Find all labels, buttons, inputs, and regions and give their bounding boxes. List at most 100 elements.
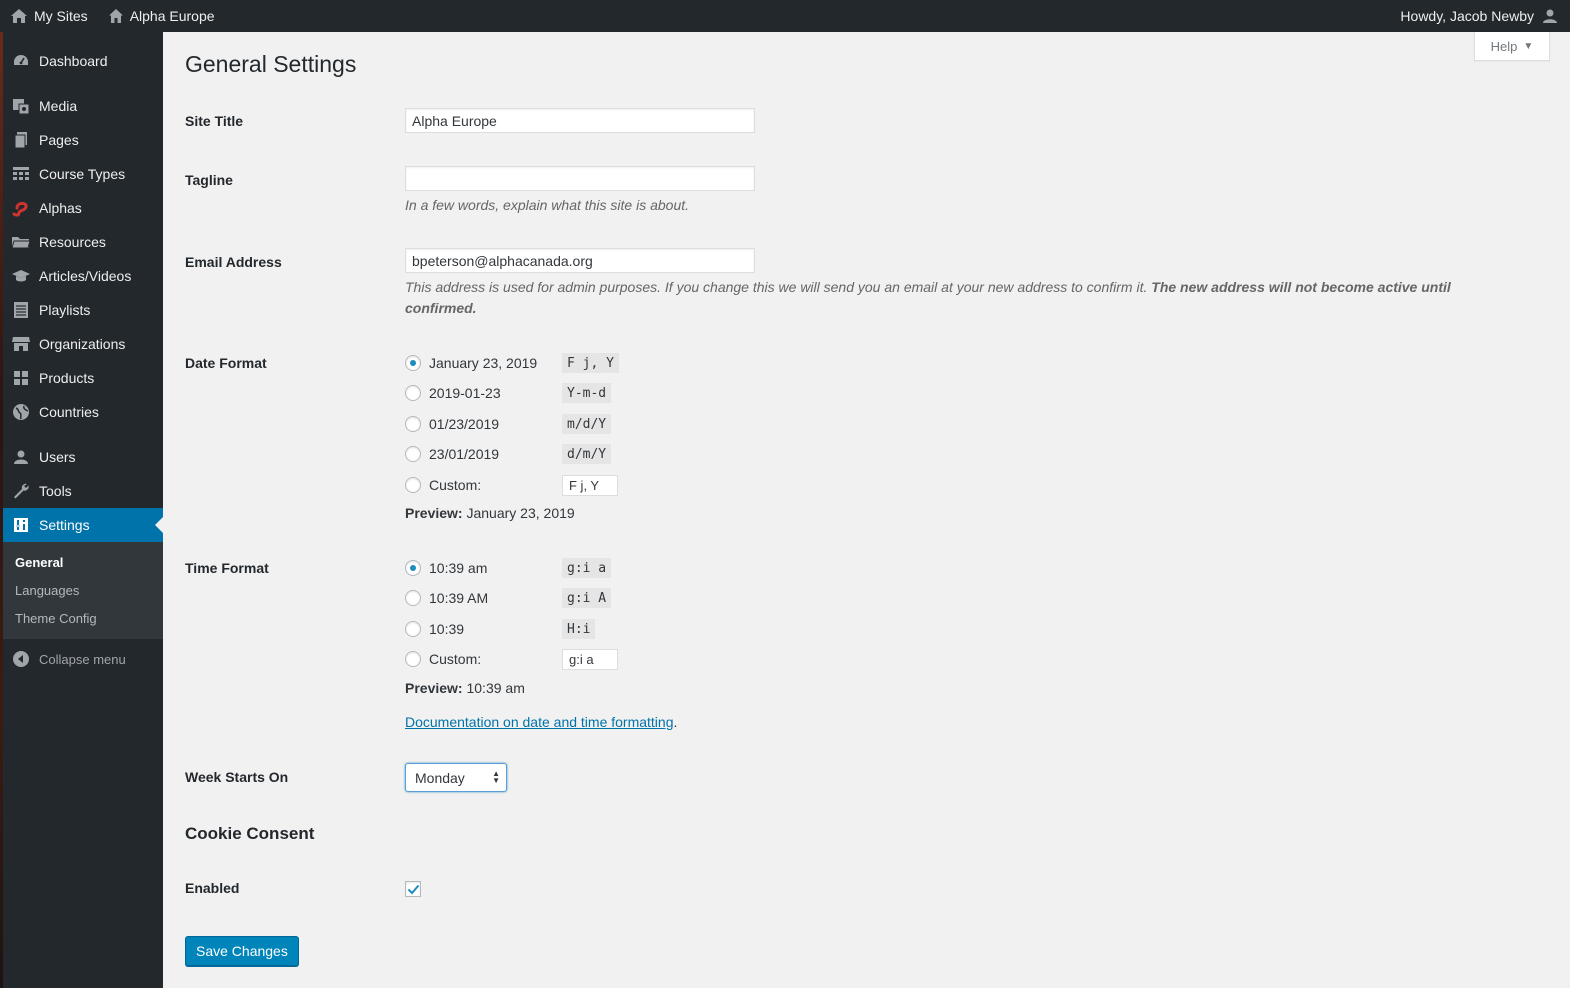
date-format-option-label: 23/01/2019 [429, 446, 500, 462]
date-format-radio[interactable] [405, 385, 421, 401]
time-format-options: 10:39 am g:i a 10:39 AM g:i A 10:39 H:i … [405, 556, 1005, 766]
admin-sidebar: Dashboard Media Pages Course Types Alpha… [3, 32, 163, 988]
doc-link-suffix: . [673, 714, 678, 730]
checkmark-icon [407, 884, 419, 894]
table-icon [11, 164, 31, 184]
cookie-consent-heading: Cookie Consent [185, 824, 315, 843]
collapse-icon [11, 649, 31, 669]
date-format-option-label: January 23, 2019 [429, 355, 538, 371]
time-format-option-label: 10:39 am [429, 560, 488, 576]
sidebar-item-alphas[interactable]: Alphas [3, 191, 163, 225]
date-format-option[interactable]: 23/01/2019 d/m/Y [405, 443, 612, 465]
date-format-option[interactable]: 2019-01-23 Y-m-d [405, 382, 612, 404]
site-title-input[interactable]: Alpha Europe [405, 108, 755, 133]
sidebar-item-label: Dashboard [39, 53, 108, 69]
time-format-radio[interactable] [405, 621, 421, 637]
time-format-option[interactable]: 10:39 AM g:i A [405, 587, 612, 609]
submenu-item-theme-config[interactable]: Theme Config [3, 605, 163, 633]
date-format-label: Date Format [185, 355, 267, 371]
sidebar-item-label: Articles/Videos [39, 268, 132, 284]
week-starts-value: Monday [415, 769, 465, 786]
date-format-custom-input[interactable]: F j, Y [562, 474, 618, 496]
date-format-custom-radio[interactable] [405, 477, 421, 493]
sidebar-item-settings[interactable]: Settings [3, 508, 163, 542]
sidebar-item-media[interactable]: Media [3, 89, 163, 123]
week-starts-select[interactable]: Monday ▲ ▼ [405, 763, 507, 792]
sidebar-item-label: Alphas [39, 200, 82, 216]
date-format-option[interactable]: January 23, 2019 F j, Y [405, 352, 619, 374]
sidebar-item-course-types[interactable]: Course Types [3, 157, 163, 191]
alphas-icon [11, 198, 31, 218]
folder-icon [11, 232, 31, 252]
my-sites-icon [11, 9, 27, 23]
sidebar-item-users[interactable]: Users [3, 440, 163, 474]
submenu-item-general[interactable]: General [3, 549, 163, 577]
select-arrows-icon: ▲ ▼ [492, 769, 500, 785]
save-changes-button[interactable]: Save Changes [185, 936, 299, 966]
my-sites-link[interactable]: My Sites [0, 0, 98, 32]
email-input[interactable]: bpeterson@alphacanada.org [405, 248, 755, 273]
date-format-code: m/d/Y [562, 414, 612, 434]
sidebar-item-dashboard[interactable]: Dashboard [3, 44, 163, 78]
date-format-radio[interactable] [405, 446, 421, 462]
tagline-input[interactable] [405, 166, 755, 191]
time-format-option[interactable]: 10:39 H:i [405, 618, 596, 640]
date-format-code: F j, Y [562, 353, 619, 373]
home-icon [108, 9, 123, 23]
sidebar-item-organizations[interactable]: Organizations [3, 327, 163, 361]
time-format-preview: Preview: 10:39 am [405, 680, 525, 696]
time-format-code: g:i A [562, 588, 612, 608]
globe-icon [11, 402, 31, 422]
site-title-label: Site Title [185, 113, 244, 129]
grid-icon [11, 368, 31, 388]
store-icon [11, 334, 31, 354]
collapse-menu-button[interactable]: Collapse menu [3, 641, 163, 677]
pages-icon [11, 130, 31, 150]
week-starts-row: Week Starts On Monday ▲ ▼ [185, 763, 1525, 792]
date-format-custom-option[interactable]: Custom: F j, Y [405, 474, 618, 496]
date-format-option[interactable]: 01/23/2019 m/d/Y [405, 413, 612, 435]
sidebar-item-products[interactable]: Products [3, 361, 163, 395]
time-format-radio[interactable] [405, 560, 421, 576]
submenu-item-languages[interactable]: Languages [3, 577, 163, 605]
help-label: Help [1490, 38, 1518, 54]
account-menu[interactable]: Howdy, Jacob Newby [1390, 0, 1570, 32]
time-format-custom-label: Custom: [429, 651, 482, 667]
sidebar-item-label: Settings [39, 517, 90, 533]
time-format-label: Time Format [185, 560, 269, 576]
sidebar-item-countries[interactable]: Countries [3, 395, 163, 429]
date-format-radio[interactable] [405, 416, 421, 432]
time-format-option-label: 10:39 AM [429, 590, 489, 606]
date-format-code: Y-m-d [562, 383, 612, 403]
documentation-link[interactable]: Documentation on date and time formattin… [405, 714, 674, 730]
sidebar-item-label: Media [39, 98, 78, 114]
help-tab-button[interactable]: Help ▼ [1474, 32, 1550, 61]
sidebar-item-label: Pages [39, 132, 79, 148]
sidebar-item-articles-videos[interactable]: Articles/Videos [3, 259, 163, 293]
time-format-option[interactable]: 10:39 am g:i a [405, 557, 612, 579]
settings-submenu: General Languages Theme Config [3, 542, 163, 639]
cookie-enabled-checkbox[interactable] [405, 881, 421, 897]
week-starts-label: Week Starts On [185, 769, 289, 785]
date-preview-value: January 23, 2019 [466, 505, 575, 521]
dashboard-icon [11, 51, 31, 71]
time-format-custom-option[interactable]: Custom: g:i a [405, 648, 618, 670]
site-name-label: Alpha Europe [129, 8, 215, 24]
sidebar-item-label: Countries [39, 404, 99, 420]
date-format-option-label: 2019-01-23 [429, 385, 501, 401]
time-format-radio[interactable] [405, 590, 421, 606]
sidebar-item-resources[interactable]: Resources [3, 225, 163, 259]
site-name-link[interactable]: Alpha Europe [98, 0, 225, 32]
tagline-label: Tagline [185, 172, 233, 188]
date-format-radio[interactable] [405, 355, 421, 371]
cookie-enabled-label: Enabled [185, 880, 240, 896]
sidebar-item-tools[interactable]: Tools [3, 474, 163, 508]
settings-icon [11, 515, 31, 535]
date-format-preview: Preview: January 23, 2019 [405, 505, 575, 521]
list-icon [11, 300, 31, 320]
time-format-custom-input[interactable]: g:i a [562, 648, 618, 670]
sidebar-item-playlists[interactable]: Playlists [3, 293, 163, 327]
time-format-custom-radio[interactable] [405, 651, 421, 667]
sidebar-item-pages[interactable]: Pages [3, 123, 163, 157]
sidebar-item-label: Playlists [39, 302, 91, 318]
